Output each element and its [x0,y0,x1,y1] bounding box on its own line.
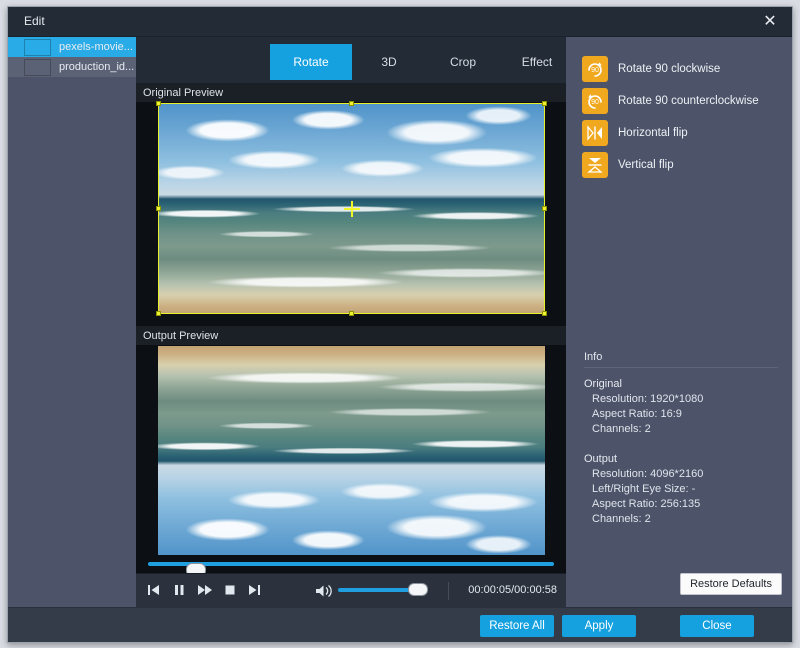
resize-handle-middle-right[interactable] [542,205,547,211]
close-button[interactable]: Close [680,615,754,637]
rotate-options-list: 90 Rotate 90 clockwise 90 Rotate 90 coun… [566,37,792,181]
stop-icon[interactable] [223,583,241,599]
rotate-option-label: Rotate 90 counterclockwise [618,95,759,107]
selection-frame[interactable] [156,101,547,316]
tab-rotate[interactable]: Rotate [270,44,352,80]
window-title: Edit [24,14,45,28]
rotate-cw-90-icon: 90 [582,56,608,82]
divider [448,582,449,600]
info-original-aspect-ratio: Aspect Ratio: 16:9 [592,408,682,420]
list-item[interactable]: production_id... [8,57,136,77]
resize-handle-top-right[interactable] [542,101,547,106]
rotate-90-counterclockwise-button[interactable]: 90 Rotate 90 counterclockwise [582,85,792,117]
flip-vertical-icon [582,152,608,178]
list-item-label: production_id... [59,61,135,73]
footer-bar: Restore All Apply Close [8,607,792,642]
tab-bar: Rotate 3D Crop Effect Watermark [136,37,651,83]
info-output-resolution: Resolution: 4096*2160 [592,468,704,480]
skip-previous-icon[interactable] [147,583,165,599]
list-item[interactable]: pexels-movie... [8,37,136,57]
preview-area: Original Preview Output Preview 00:00:05… [136,83,566,607]
output-preview-canvas [136,345,566,569]
horizontal-flip-button[interactable]: Horizontal flip [582,117,792,149]
clip-thumbnail-icon [24,58,51,76]
rotate-option-label: Horizontal flip [618,127,688,139]
info-output-eye-size: Left/Right Eye Size: - [592,483,696,495]
center-crosshair-icon [343,200,360,217]
volume-thumb[interactable] [408,583,428,596]
divider [584,367,778,368]
svg-text:90: 90 [591,67,599,74]
clip-thumbnail-icon [24,38,51,56]
restore-defaults-button[interactable]: Restore Defaults [680,573,782,595]
info-original-title: Original [584,378,622,390]
skip-next-icon[interactable] [247,583,265,599]
apply-button[interactable]: Apply [562,615,636,637]
svg-text:90: 90 [591,99,599,106]
info-original-resolution: Resolution: 1920*1080 [592,393,704,405]
transport-bar: 00:00:05/00:00:58 [136,573,566,607]
options-panel: 90 Rotate 90 clockwise 90 Rotate 90 coun… [566,37,792,607]
output-preview-label: Output Preview [143,330,219,342]
info-panel: Info Original Resolution: 1920*1080 Aspe… [566,351,792,528]
resize-handle-bottom-left[interactable] [156,311,161,316]
volume-slider[interactable] [338,583,428,596]
resize-handle-top-center[interactable] [348,101,354,106]
vertical-flip-button[interactable]: Vertical flip [582,149,792,181]
title-bar: Edit ✕ [8,7,792,37]
info-output-title: Output [584,453,618,465]
resize-handle-bottom-right[interactable] [542,311,547,316]
flip-horizontal-icon [582,120,608,146]
info-heading: Info [584,351,603,363]
resize-handle-middle-left[interactable] [156,205,161,211]
info-output-channels: Channels: 2 [592,513,651,525]
resize-handle-bottom-center[interactable] [348,311,354,316]
rotate-ccw-90-icon: 90 [582,88,608,114]
seek-track[interactable] [148,562,554,577]
output-preview-image [158,346,545,557]
fast-forward-icon[interactable] [197,583,215,599]
info-output-aspect-ratio: Aspect Ratio: 256:135 [592,498,701,510]
info-original-channels: Channels: 2 [592,423,651,435]
list-item-label: pexels-movie... [59,41,133,53]
tab-effect[interactable]: Effect [500,44,574,80]
volume-icon[interactable] [315,583,333,604]
original-preview-label: Original Preview [143,87,224,99]
edit-dialog-window: Edit ✕ pexels-movie... production_id... … [7,6,793,643]
close-icon[interactable]: ✕ [756,10,784,34]
resize-handle-top-left[interactable] [156,101,161,106]
rotate-option-label: Vertical flip [618,159,674,171]
pause-icon[interactable] [172,583,190,599]
tab-crop[interactable]: Crop [426,44,500,80]
clip-list-sidebar: pexels-movie... production_id... [8,37,136,607]
seek-bar[interactable] [136,555,566,577]
rotate-90-clockwise-button[interactable]: 90 Rotate 90 clockwise [582,53,792,85]
timecode-display: 00:00:05/00:00:58 [468,584,557,596]
original-preview-canvas[interactable] [136,101,566,326]
rotate-option-label: Rotate 90 clockwise [618,63,721,75]
tab-3d[interactable]: 3D [352,44,426,80]
restore-all-button[interactable]: Restore All [480,615,554,637]
